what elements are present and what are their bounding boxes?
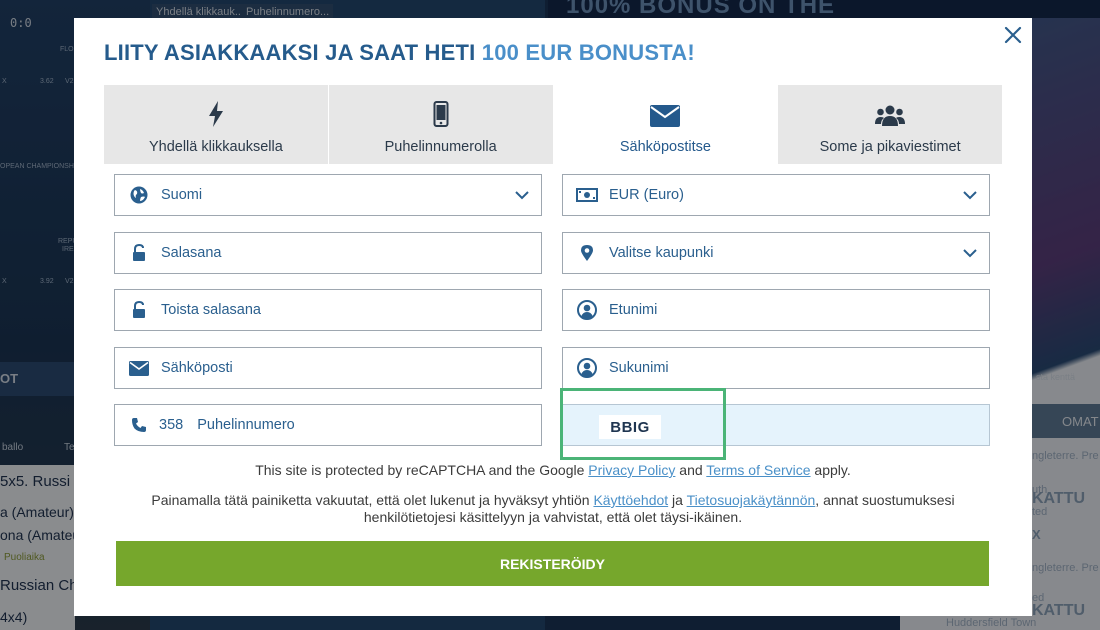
privacy-statement-link[interactable]: Tietosuojakäytännön xyxy=(687,492,816,508)
users-icon xyxy=(875,99,906,127)
phone-country-code[interactable]: 358 xyxy=(159,417,183,433)
consent-text: Painamalla tätä painiketta vakuutat, ett… xyxy=(151,492,594,508)
tab-label: Some ja pikaviestimet xyxy=(819,139,961,155)
chevron-down-icon xyxy=(963,187,977,208)
close-icon xyxy=(1004,26,1022,44)
repeat-password-placeholder: Toista salasana xyxy=(161,302,261,318)
consent-text: henkilötietojesi käsittelyyn ja vahvista… xyxy=(363,509,743,525)
terms-of-service-link[interactable]: Terms of Service xyxy=(706,462,810,478)
last-name-field[interactable]: Sukunimi xyxy=(562,347,990,389)
lightning-icon xyxy=(208,99,224,127)
tab-phone[interactable]: Puhelinnumerolla xyxy=(328,85,554,164)
email-field[interactable]: Sähköposti xyxy=(114,347,542,389)
lock-icon xyxy=(127,298,151,322)
captcha-highlight-box xyxy=(560,388,726,460)
city-placeholder: Valitse kaupunki xyxy=(609,245,714,261)
city-select[interactable]: Valitse kaupunki xyxy=(562,232,990,274)
modal-title: LIITY ASIAKKAAKSI JA SAAT HETI 100 EUR B… xyxy=(104,40,695,66)
registration-form: Suomi EUR (Euro) Salasana Valitse kaupun… xyxy=(104,164,1002,616)
country-select[interactable]: Suomi xyxy=(114,174,542,216)
user-circle-icon xyxy=(575,298,599,322)
phone-placeholder: Puhelinnumero xyxy=(197,417,295,433)
envelope-icon xyxy=(650,99,681,127)
first-name-field[interactable]: Etunimi xyxy=(562,289,990,331)
first-name-placeholder: Etunimi xyxy=(609,302,658,318)
title-prefix: LIITY ASIAKKAAKSI JA SAAT HETI xyxy=(104,40,482,65)
tab-label: Puhelinnumerolla xyxy=(384,139,497,155)
registration-method-tabs: Yhdellä klikkauksella Puhelinnumerolla S… xyxy=(104,85,1002,164)
chevron-down-icon xyxy=(963,245,977,266)
phone-icon xyxy=(127,413,151,437)
tab-social[interactable]: Some ja pikaviestimet xyxy=(778,85,1002,164)
tab-email[interactable]: Sähköpostitse xyxy=(553,85,779,164)
email-placeholder: Sähköposti xyxy=(161,360,233,376)
recaptcha-notice: This site is protected by reCAPTCHA and … xyxy=(104,462,1002,479)
chevron-down-icon xyxy=(515,187,529,208)
terms-link[interactable]: Käyttöehdot xyxy=(593,492,668,508)
register-button[interactable]: REKISTERÖIDY xyxy=(116,541,989,586)
recaptcha-apply: apply. xyxy=(810,462,851,478)
registration-modal: LIITY ASIAKKAAKSI JA SAAT HETI 100 EUR B… xyxy=(74,18,1032,616)
recaptcha-and: and xyxy=(675,462,707,478)
tab-label: Sähköpostitse xyxy=(619,139,711,155)
privacy-policy-link[interactable]: Privacy Policy xyxy=(588,462,675,478)
globe-icon xyxy=(127,183,151,207)
repeat-password-field[interactable]: Toista salasana xyxy=(114,289,542,331)
tab-one-click[interactable]: Yhdellä klikkauksella xyxy=(104,85,329,164)
password-placeholder: Salasana xyxy=(161,245,222,261)
currency-select[interactable]: EUR (Euro) xyxy=(562,174,990,216)
tab-label: Yhdellä klikkauksella xyxy=(148,139,283,155)
consent-text: , annat suostumuksesi xyxy=(815,492,955,508)
money-icon xyxy=(575,183,599,207)
consent-notice: Painamalla tätä painiketta vakuutat, ett… xyxy=(104,492,1002,526)
currency-value: EUR (Euro) xyxy=(609,187,684,203)
map-pin-icon xyxy=(575,241,599,265)
close-button[interactable] xyxy=(1000,22,1026,48)
user-circle-icon xyxy=(575,356,599,380)
password-field[interactable]: Salasana xyxy=(114,232,542,274)
lock-icon xyxy=(127,241,151,265)
country-value: Suomi xyxy=(161,187,203,203)
title-bonus: 100 EUR BONUSTA! xyxy=(481,40,695,65)
mobile-phone-icon xyxy=(433,99,449,127)
envelope-icon xyxy=(127,356,151,380)
phone-field[interactable]: 358 Puhelinnumero xyxy=(114,404,542,446)
recaptcha-text: This site is protected by reCAPTCHA and … xyxy=(255,462,589,478)
consent-text: ja xyxy=(668,492,687,508)
last-name-placeholder: Sukunimi xyxy=(609,360,669,376)
